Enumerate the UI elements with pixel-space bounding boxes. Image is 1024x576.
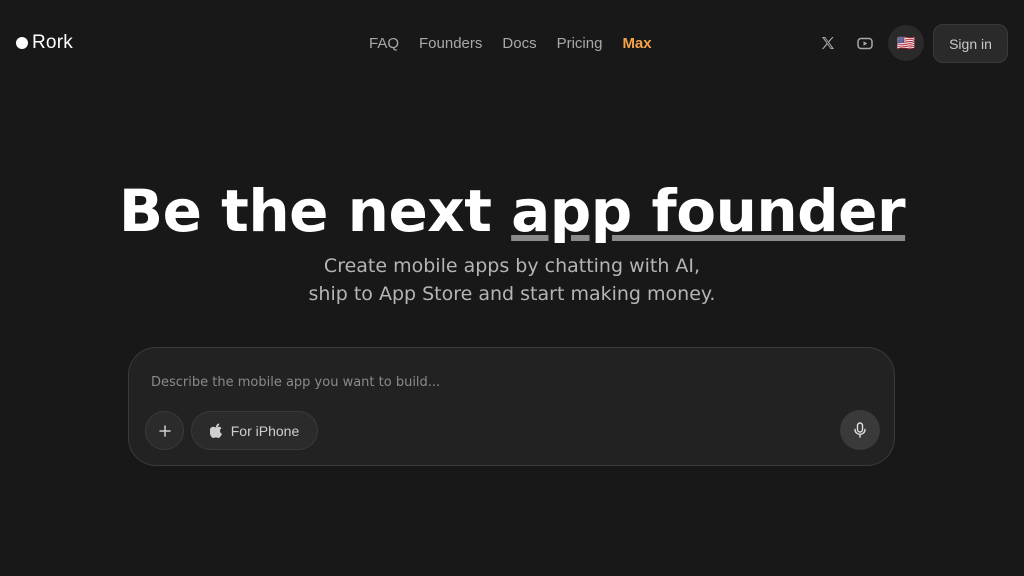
- apple-icon: [209, 423, 222, 438]
- logo-dot-icon: [16, 37, 28, 49]
- logo[interactable]: Rork: [16, 32, 73, 54]
- x-social-link[interactable]: [817, 32, 839, 54]
- platform-selector-button[interactable]: For iPhone: [191, 411, 318, 450]
- sign-in-button[interactable]: Sign in: [933, 24, 1008, 63]
- microphone-icon: [854, 422, 866, 438]
- nav-link-pricing[interactable]: Pricing: [557, 34, 603, 54]
- hero-title-lead: Be the next: [118, 177, 512, 245]
- hero-subtitle: Create mobile apps by chatting with AI, …: [0, 252, 1024, 308]
- youtube-icon: [857, 37, 873, 49]
- nav-link-docs[interactable]: Docs: [502, 34, 536, 54]
- hero-title-highlight: app founder: [511, 177, 906, 245]
- page: Rork FAQ Founders Docs Pricing Max 🇺🇸 Si…: [0, 0, 1024, 576]
- x-logo-icon: [822, 37, 834, 49]
- main-nav: FAQ Founders Docs Pricing Max: [369, 34, 652, 54]
- hero-title: Be the next app founder: [0, 178, 1024, 244]
- hero-subtitle-line-2: ship to App Store and start making money…: [308, 283, 716, 305]
- prompt-input[interactable]: [151, 370, 851, 394]
- nav-link-max[interactable]: Max: [622, 34, 651, 54]
- nav-link-founders[interactable]: Founders: [419, 34, 482, 54]
- us-flag-icon: 🇺🇸: [896, 34, 916, 52]
- language-button[interactable]: 🇺🇸: [888, 25, 924, 61]
- prompt-box: For iPhone: [128, 347, 895, 466]
- youtube-link[interactable]: [854, 32, 876, 54]
- voice-input-button[interactable]: [840, 410, 880, 450]
- logo-text: Rork: [32, 32, 73, 53]
- platform-label: For iPhone: [230, 422, 300, 439]
- add-attachment-button[interactable]: [145, 411, 184, 450]
- nav-link-faq[interactable]: FAQ: [369, 34, 399, 54]
- plus-icon: [158, 424, 171, 437]
- hero-subtitle-line-1: Create mobile apps by chatting with AI,: [323, 255, 701, 277]
